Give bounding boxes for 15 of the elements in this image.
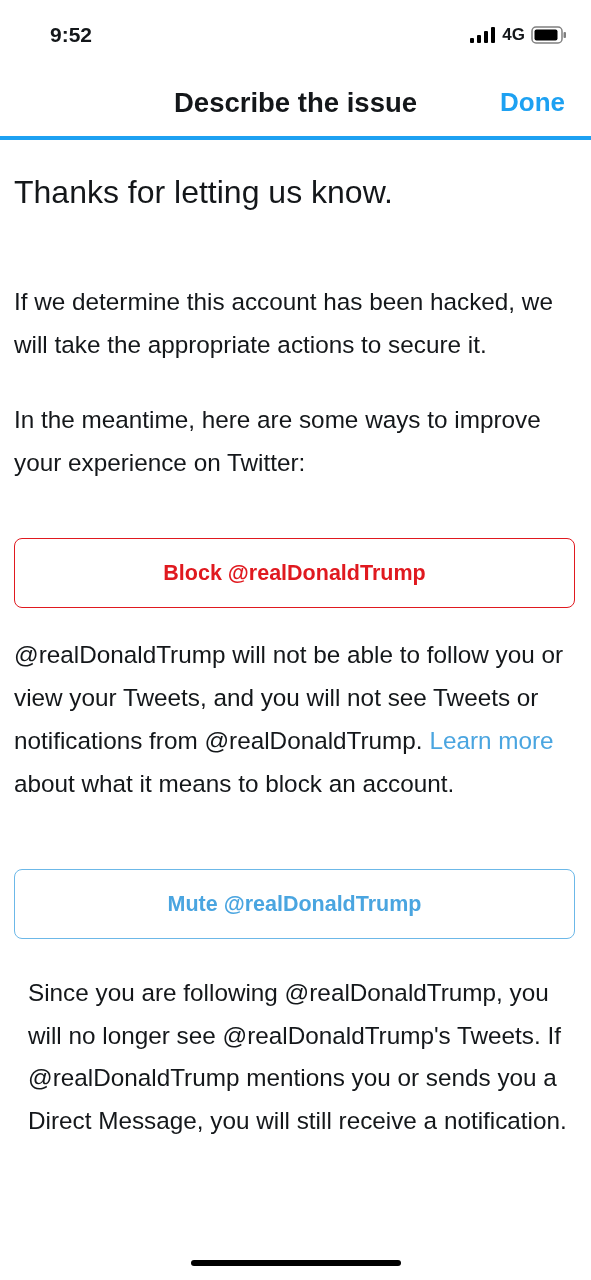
- home-indicator[interactable]: [190, 1260, 401, 1266]
- screen-title: Describe the issue: [174, 87, 417, 119]
- learn-more-link[interactable]: Learn more: [429, 727, 554, 754]
- mute-button[interactable]: Mute @realDonaldTrump: [14, 869, 575, 939]
- block-button[interactable]: Block @realDonaldTrump: [14, 538, 575, 608]
- network-label: 4G: [502, 25, 525, 45]
- signal-icon: [470, 27, 497, 43]
- paragraph: In the meantime, here are some ways to improve your experience on Twitter:: [14, 405, 542, 478]
- heading: Thanks for letting us know.: [14, 173, 394, 212]
- paragraph: If we determine this account has been hacked, we will take the appropriate actions to secure it.: [14, 287, 554, 360]
- description: Since you are following @realDonaldTrump, you will no longer see @realDonaldTrump's Tweets. If @realDonaldTrump mentions you or sends you a Direct Message, you will still receive a notification.: [27, 978, 568, 1136]
- clock-time: 9:52: [50, 23, 94, 47]
- battery-icon: [531, 26, 567, 44]
- done-button[interactable]: Done: [500, 87, 565, 118]
- description: @realDonaldTrump will not be able to follow you or view your Tweets, and you will not see Tweets or notifications from @realDonaldTrump. Learn more about what it means to block an account.: [14, 640, 565, 799]
